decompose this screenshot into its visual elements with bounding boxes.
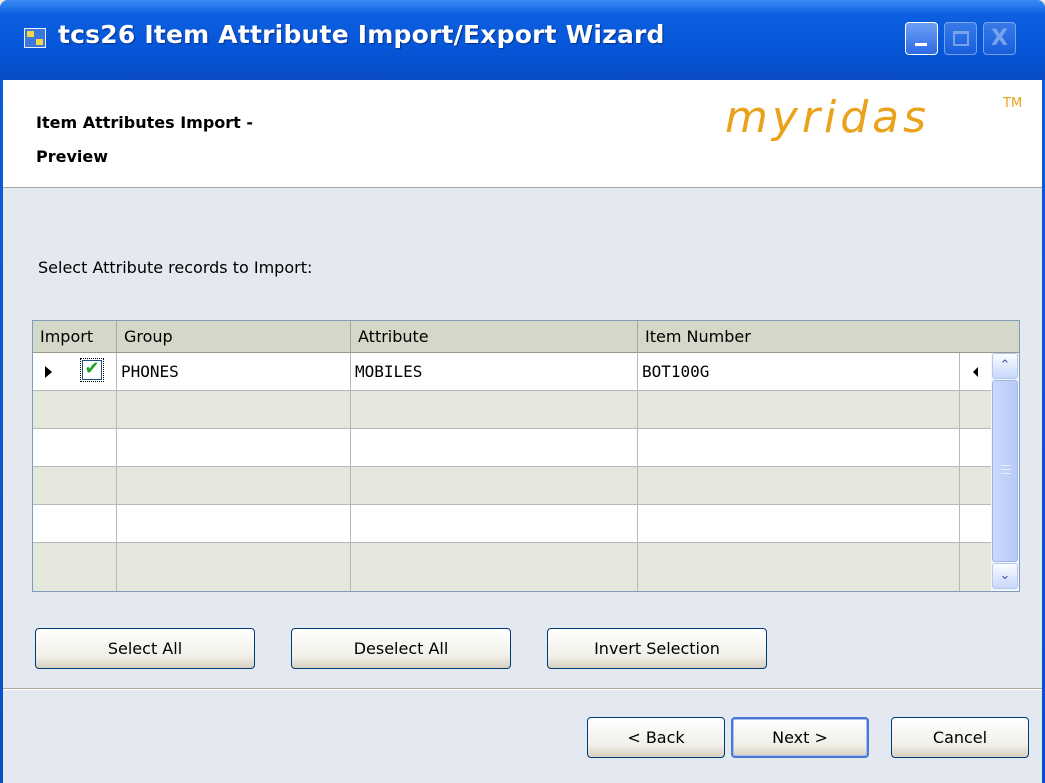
- select-records-label: Select Attribute records to Import:: [38, 258, 313, 277]
- table-row[interactable]: [33, 429, 991, 467]
- close-icon: X: [991, 26, 1008, 51]
- wizard-window: tcs26 Item Attribute Import/Export Wizar…: [0, 0, 1045, 783]
- empty-cell: [351, 505, 638, 542]
- table-row[interactable]: [33, 543, 991, 591]
- trademark-mark: TM: [1003, 96, 1023, 111]
- item-number-value: BOT100G: [642, 362, 710, 381]
- wizard-footer: < Back Next > Cancel: [3, 690, 1042, 783]
- app-icon: [24, 28, 46, 48]
- empty-cell: [117, 505, 351, 542]
- empty-cell: [351, 467, 638, 504]
- title-bar[interactable]: tcs26 Item Attribute Import/Export Wizar…: [0, 0, 1045, 80]
- page-title-line-2: Preview: [36, 147, 109, 166]
- empty-cell: [33, 505, 117, 542]
- empty-cell: [117, 543, 351, 591]
- attribute-value: MOBILES: [355, 362, 423, 381]
- attribute-records-grid[interactable]: Import Group Attribute Item Number ✔ PHO…: [32, 320, 1020, 592]
- close-button: X: [983, 22, 1016, 55]
- grid-header: Import Group Attribute Item Number: [33, 321, 1019, 353]
- table-row[interactable]: ✔ PHONES MOBILES BOT100G: [33, 353, 991, 391]
- group-value: PHONES: [121, 362, 179, 381]
- checkmark-icon: ✔: [84, 358, 100, 379]
- empty-cell: [638, 467, 960, 504]
- empty-cell: [351, 391, 638, 428]
- maximize-icon: [953, 31, 969, 46]
- empty-cell: [33, 391, 117, 428]
- table-row[interactable]: [33, 505, 991, 543]
- scroll-up-button[interactable]: ⌃: [992, 353, 1018, 379]
- empty-cell: [117, 391, 351, 428]
- current-row-indicator-icon: [45, 366, 52, 378]
- wizard-header: Item Attributes Import - Preview myridas…: [3, 80, 1042, 188]
- next-button[interactable]: Next >: [731, 717, 869, 758]
- chevron-up-icon: ⌃: [999, 358, 1011, 373]
- chevron-down-icon: ⌄: [999, 568, 1011, 583]
- empty-cell: [638, 429, 960, 466]
- cancel-button[interactable]: Cancel: [891, 717, 1029, 758]
- invert-selection-button[interactable]: Invert Selection: [547, 628, 767, 669]
- empty-cell: [117, 467, 351, 504]
- empty-cell: [33, 467, 117, 504]
- attribute-cell[interactable]: MOBILES: [351, 353, 638, 390]
- myridas-logo: myridas: [725, 92, 931, 143]
- import-cell: ✔: [33, 353, 117, 390]
- window-title: tcs26 Item Attribute Import/Export Wizar…: [58, 20, 665, 49]
- column-header-group[interactable]: Group: [117, 321, 351, 353]
- page-title: Item Attributes Import - Preview: [36, 106, 253, 174]
- scroll-down-button[interactable]: ⌄: [992, 563, 1018, 589]
- minimize-icon: [915, 43, 927, 46]
- empty-cell: [33, 429, 117, 466]
- column-header-import[interactable]: Import: [33, 321, 117, 353]
- client-area: Item Attributes Import - Preview myridas…: [3, 80, 1042, 783]
- empty-cell: [638, 391, 960, 428]
- column-header-attribute[interactable]: Attribute: [351, 321, 638, 353]
- group-cell[interactable]: PHONES: [117, 353, 351, 390]
- back-button[interactable]: < Back: [587, 717, 725, 758]
- maximize-button: [944, 22, 977, 55]
- scroll-left-icon[interactable]: [973, 367, 978, 377]
- select-all-button[interactable]: Select All: [35, 628, 255, 669]
- vertical-scrollbar[interactable]: ⌃ ⌄: [991, 353, 1019, 591]
- grip-icon: [1001, 465, 1011, 474]
- empty-cell: [351, 543, 638, 591]
- deselect-all-button[interactable]: Deselect All: [291, 628, 511, 669]
- import-checkbox[interactable]: ✔: [80, 358, 104, 382]
- minimize-button[interactable]: [905, 22, 938, 55]
- table-row[interactable]: [33, 391, 991, 429]
- page-title-line-1: Item Attributes Import -: [36, 113, 254, 132]
- empty-cell: [638, 505, 960, 542]
- scrollbar-thumb[interactable]: [992, 380, 1018, 562]
- wizard-body: Select Attribute records to Import: Impo…: [3, 188, 1042, 688]
- column-header-item-number[interactable]: Item Number: [638, 321, 1019, 353]
- empty-cell: [33, 543, 117, 591]
- item-number-cell[interactable]: BOT100G: [638, 353, 960, 390]
- empty-cell: [117, 429, 351, 466]
- empty-cell: [351, 429, 638, 466]
- table-row[interactable]: [33, 467, 991, 505]
- empty-cell: [638, 543, 960, 591]
